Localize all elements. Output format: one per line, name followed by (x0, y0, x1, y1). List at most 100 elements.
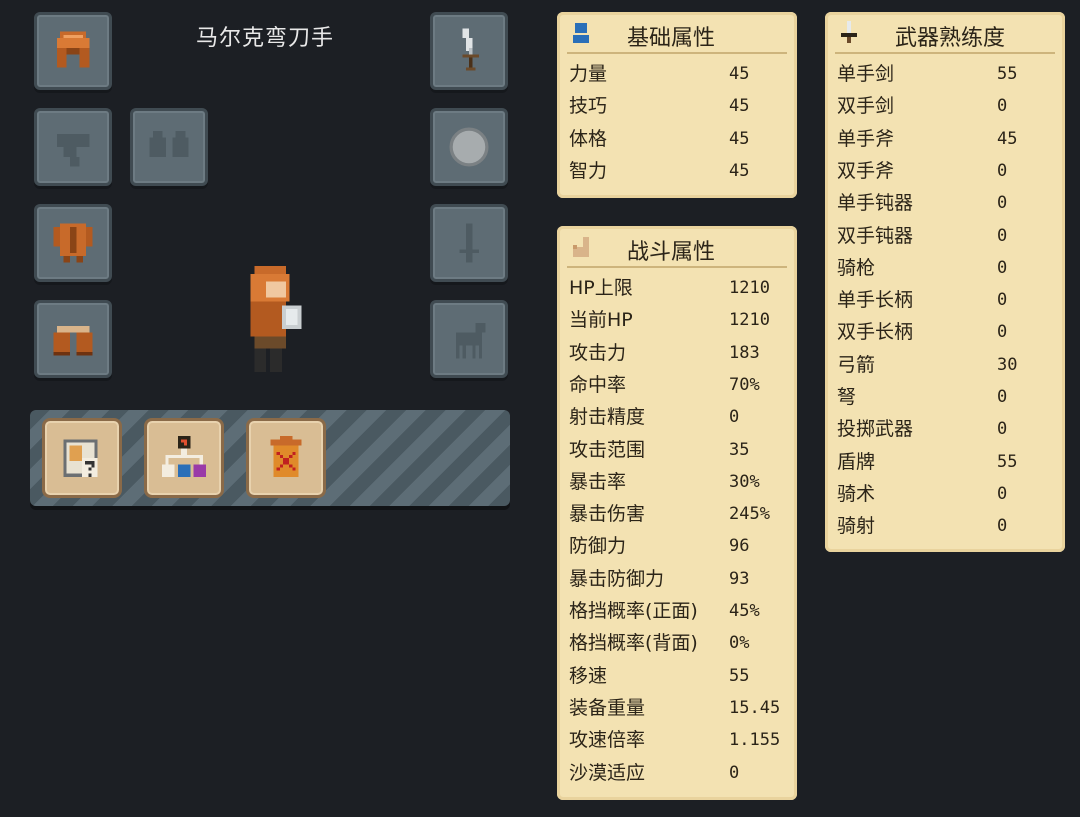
boots-icon (53, 326, 93, 356)
stat-value: 183 (729, 342, 760, 363)
stat-value: 45 (997, 128, 1018, 149)
stat-label: 攻速倍率 (569, 729, 646, 752)
stat-value: 0 (997, 322, 1008, 343)
stat-label: HP上限 (569, 277, 633, 299)
body-armor-icon (53, 223, 93, 263)
stat-label: 单手钝器 (837, 192, 914, 215)
stat-value: 35 (729, 439, 750, 460)
weapon-proficiency-title: 武器熟练度 (895, 26, 1006, 51)
stat-value: 0 (997, 257, 1008, 278)
stat-value: 55 (997, 451, 1018, 472)
weapon-proficiency-header: 武器熟练度 (835, 12, 1055, 54)
inspect-item-icon (63, 439, 98, 477)
stat-label: 力量 (569, 63, 608, 85)
discard-trash-icon (270, 436, 302, 477)
stat-label: 双手剑 (837, 95, 895, 118)
stat-value: 0 (729, 762, 740, 783)
sword-icon (841, 21, 857, 43)
boots-slot[interactable] (34, 300, 112, 378)
stat-value: 45 (729, 64, 750, 84)
discard-button[interactable] (246, 418, 326, 498)
shield-slot[interactable] (430, 108, 508, 186)
stat-label: 智力 (569, 159, 608, 182)
stat-value: 55 (729, 665, 750, 686)
cloak-slot[interactable] (34, 108, 112, 186)
person-icon (573, 23, 589, 43)
basic-attributes-title: 基础属性 (627, 26, 716, 51)
stat-value: 1210 (729, 278, 770, 298)
stat-label: 盾牌 (837, 450, 876, 473)
stat-label: 格挡概率(背面) (569, 632, 698, 655)
stat-value: 30 (997, 354, 1018, 375)
stat-value: 0 (997, 225, 1008, 246)
basic-attributes-panel: 基础属性 力量 45 技巧 45 体格 45 智力 45 (557, 12, 797, 198)
stat-value: 45% (729, 601, 760, 621)
inspect-item-button[interactable] (42, 418, 122, 498)
stat-value: 0% (729, 633, 750, 654)
skill-tree-button[interactable] (144, 418, 224, 498)
combat-attributes-header: 战斗属性 (567, 226, 787, 268)
stat-value: 96 (729, 536, 750, 557)
stat-label: 暴击伤害 (569, 503, 646, 526)
stat-value: 0 (997, 516, 1008, 537)
cloak-icon (56, 134, 90, 167)
stat-label: 装备重量 (569, 696, 646, 719)
stat-value: 0 (997, 387, 1008, 407)
combat-attributes-title: 战斗属性 (627, 240, 716, 265)
stat-value: 245% (729, 504, 770, 525)
mount-slot[interactable] (430, 300, 508, 378)
stat-label: 命中率 (569, 373, 627, 396)
stat-value: 0 (729, 407, 740, 428)
stat-label: 投掷武器 (837, 418, 914, 441)
stat-value: 45 (729, 96, 750, 117)
stat-label: 暴击防御力 (569, 567, 665, 590)
stat-value: 1210 (729, 310, 770, 331)
stat-label: 弓箭 (837, 353, 876, 376)
stat-value: 0 (997, 96, 1008, 117)
skill-tree-icon (162, 436, 206, 477)
arm-icon (573, 237, 589, 257)
scimitar-icon (462, 28, 479, 71)
action-toolbar (30, 410, 510, 506)
horse-icon (456, 322, 486, 359)
main-weapon-slot[interactable] (430, 12, 508, 90)
stat-value: 15.45 (729, 697, 781, 718)
stat-label: 骑射 (837, 515, 876, 538)
combat-attributes-panel: 战斗属性 HP上限 1210 当前HP 1210 攻击力 183 命中率 70% 射击精度 0 攻击… (557, 226, 797, 800)
weapon-proficiency-panel: 武器熟练度 单手剑 55 双手剑 0 单手斧 45 双手斧 0 单手钝器 0 双手钝器 0 骑枪 0 单手长… (825, 12, 1065, 552)
gloves-slot[interactable] (130, 108, 208, 186)
armor-slot[interactable] (34, 204, 112, 282)
stat-label: 攻击范围 (569, 438, 646, 461)
stat-label: 双手斧 (837, 159, 895, 182)
stat-label: 移速 (569, 664, 608, 687)
stat-label: 体格 (569, 127, 608, 150)
stat-label: 单手剑 (837, 63, 895, 85)
helmet-icon (56, 31, 90, 68)
stat-label: 防御力 (569, 535, 627, 558)
basic-attributes-header: 基础属性 (567, 12, 787, 54)
stat-label: 骑枪 (837, 256, 876, 279)
stat-label: 沙漠适应 (569, 761, 646, 784)
stat-value: 0 (997, 193, 1008, 214)
stat-value: 30% (729, 471, 760, 492)
character-sprite (250, 265, 302, 373)
stat-value: 70% (729, 374, 760, 395)
character-name: 马尔克弯刀手 (196, 26, 335, 51)
stat-value: 0 (997, 419, 1008, 440)
stat-label: 单手斧 (837, 127, 895, 150)
stat-label: 格挡概率(正面) (569, 600, 698, 622)
stat-value: 0 (997, 160, 1008, 181)
round-shield-icon (449, 127, 489, 167)
stat-label: 当前HP (569, 309, 633, 332)
stat-value: 0 (997, 483, 1008, 504)
helmet-slot[interactable] (34, 12, 112, 90)
stat-label: 双手长柄 (837, 321, 914, 344)
stat-label: 射击精度 (569, 406, 646, 429)
stat-value: 55 (997, 64, 1018, 84)
stat-value: 0 (997, 290, 1008, 311)
secondary-weapon-slot[interactable] (430, 204, 508, 282)
stat-label: 单手长柄 (837, 289, 914, 312)
stat-value: 45 (729, 160, 750, 181)
stat-label: 攻击力 (569, 341, 627, 364)
stat-label: 暴击率 (569, 470, 627, 493)
